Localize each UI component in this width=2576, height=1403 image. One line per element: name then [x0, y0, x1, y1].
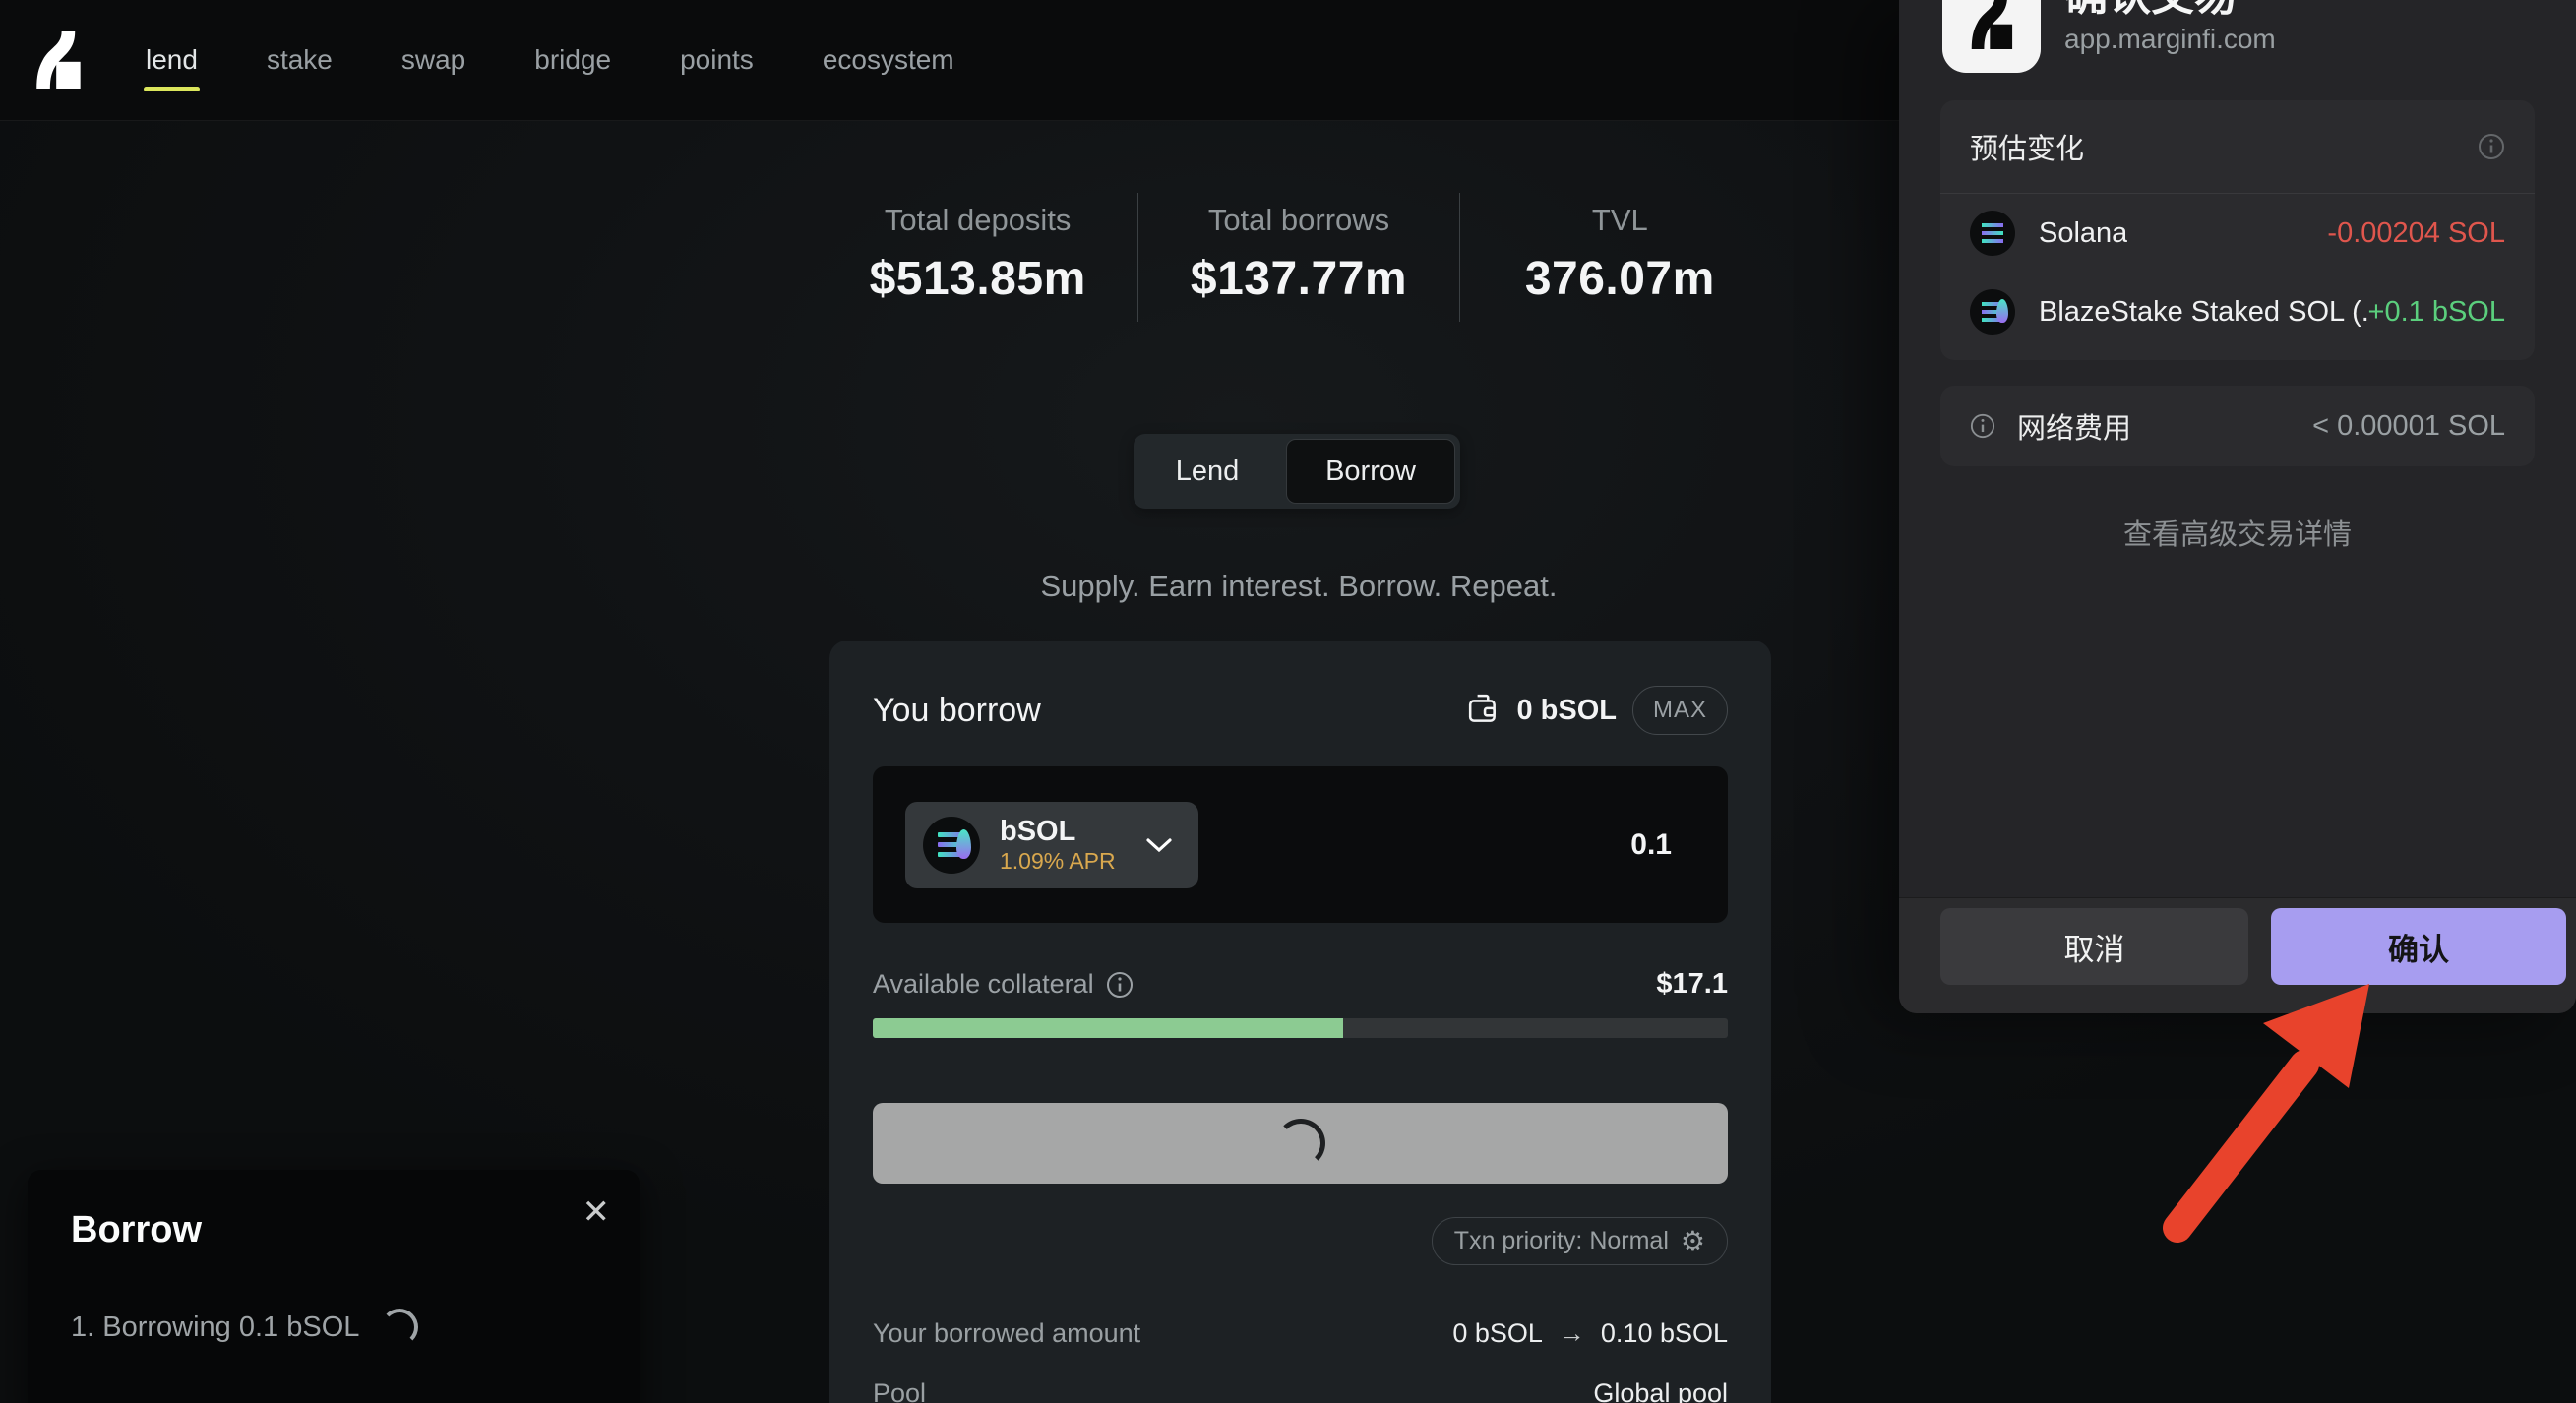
close-icon[interactable]: ✕: [583, 1195, 611, 1229]
stat-label: TVL: [1591, 203, 1648, 237]
estimated-changes-header: 预估变化: [1940, 100, 2535, 194]
stat-value: $137.77m: [1190, 253, 1408, 305]
popup-footer: 取消 确认: [1899, 897, 2576, 1013]
popup-title-group: 确认交易 app.marginfi.com: [2064, 0, 2556, 55]
borrowed-amount-values: 0 bSOL → 0.10 bSOL: [1452, 1318, 1728, 1349]
nav-item-stake[interactable]: stake: [265, 38, 335, 82]
pool-row: Pool Global pool: [873, 1378, 1728, 1403]
change-row-solana: Solana -0.00204 SOL: [1940, 194, 2535, 273]
toast-spinner-icon: [381, 1309, 419, 1346]
solana-token-icon: [1970, 211, 2015, 256]
lend-borrow-toggle: Lend Borrow: [1134, 434, 1460, 509]
confirm-button[interactable]: 确认: [2271, 908, 2566, 985]
loading-spinner-icon: [1275, 1119, 1325, 1168]
borrow-card-header: You borrow 0 bSOL MAX: [873, 686, 1728, 735]
borrowed-to: 0.10 bSOL: [1600, 1318, 1728, 1348]
app-root: lend stake swap bridge points ecosystem …: [0, 0, 2576, 1403]
network-fee-card: 网络费用 < 0.00001 SOL: [1940, 386, 2535, 466]
token-apr: 1.09% APR: [1000, 847, 1116, 874]
amount-value[interactable]: 0.1: [1630, 828, 1672, 862]
borrow-toast: Borrow ✕ 1. Borrowing 0.1 bSOL: [28, 1170, 640, 1403]
info-icon[interactable]: [1106, 971, 1134, 999]
chevron-down-icon: [1146, 837, 1172, 852]
gear-icon: ⚙: [1680, 1225, 1705, 1256]
bsol-token-icon: [923, 816, 980, 874]
advanced-details-link[interactable]: 查看高级交易详情: [1899, 512, 2576, 553]
wallet-balance-group: 0 bSOL MAX: [1467, 686, 1728, 735]
nav-item-swap[interactable]: swap: [399, 38, 467, 82]
borrowed-amount-label: Your borrowed amount: [873, 1318, 1141, 1348]
max-button[interactable]: MAX: [1631, 686, 1728, 735]
collateral-progress-track: [873, 1018, 1728, 1038]
borrow-submit-button-loading[interactable]: [873, 1103, 1728, 1184]
wallet-confirm-popup: 确认交易 app.marginfi.com 预估变化 Solana -0.002…: [1899, 0, 2576, 1013]
txn-priority-button[interactable]: Txn priority: Normal ⚙: [1431, 1217, 1728, 1265]
nav-item-bridge[interactable]: bridge: [532, 38, 613, 82]
stat-label: Total borrows: [1207, 203, 1390, 237]
network-fee-label: 网络费用: [2017, 413, 2132, 445]
stat-value: 376.07m: [1524, 253, 1715, 305]
stat-value: $513.85m: [869, 253, 1086, 305]
toast-status-text: 1. Borrowing 0.1 bSOL: [71, 1311, 360, 1343]
estimated-changes-card: 预估变化 Solana -0.00204 SOL BlazeStake Stak…: [1940, 100, 2535, 360]
stat-tvl: TVL 376.07m: [1458, 193, 1780, 322]
collateral-progress-fill: [873, 1018, 1343, 1038]
nav-item-ecosystem[interactable]: ecosystem: [821, 38, 956, 82]
change-row-bsol: BlazeStake Staked SOL (... +0.1 bSOL: [1940, 273, 2535, 360]
nav-item-points[interactable]: points: [678, 38, 756, 82]
info-icon[interactable]: [1970, 413, 1995, 439]
borrowed-from: 0 bSOL: [1452, 1318, 1543, 1348]
marginfi-logo-icon[interactable]: [30, 28, 87, 92]
protocol-stats: Total deposits $513.85m Total borrows $1…: [818, 193, 1780, 322]
arrow-right-icon: →: [1558, 1318, 1585, 1348]
pool-label: Pool: [873, 1378, 927, 1403]
popup-title: 确认交易: [2064, 0, 2556, 18]
available-collateral-value: $17.1: [1656, 968, 1728, 1000]
available-collateral-row: Available collateral $17.1: [873, 968, 1728, 1001]
toast-title: Borrow: [71, 1209, 202, 1250]
token-symbol: bSOL: [1000, 815, 1076, 847]
stat-total-deposits: Total deposits $513.85m: [818, 193, 1137, 322]
toast-status-line: 1. Borrowing 0.1 bSOL: [71, 1309, 596, 1346]
borrow-card: You borrow 0 bSOL MAX bSOL 1.09% APR 0.1…: [829, 640, 1771, 1403]
card-title: You borrow: [873, 691, 1041, 729]
available-collateral-label: Available collateral: [873, 969, 1134, 1000]
estimated-changes-title: 预估变化: [1970, 134, 2085, 165]
available-collateral-text: Available collateral: [873, 969, 1094, 999]
popup-header: 确认交易 app.marginfi.com: [1899, 0, 2576, 91]
wallet-icon: [1469, 694, 1497, 722]
popup-origin-url: app.marginfi.com: [2064, 24, 2276, 54]
bsol-token-icon: [1970, 289, 2015, 335]
token-name: Solana: [2039, 216, 2128, 249]
tagline: Supply. Earn interest. Borrow. Repeat.: [1040, 569, 1558, 603]
toggle-lend[interactable]: Lend: [1134, 434, 1281, 509]
token-selector[interactable]: bSOL 1.09% APR: [905, 801, 1198, 888]
amount-input-box[interactable]: bSOL 1.09% APR 0.1: [873, 766, 1728, 923]
stat-total-borrows: Total borrows $137.77m: [1137, 193, 1458, 322]
cancel-button[interactable]: 取消: [1940, 908, 2248, 985]
nav-item-lend[interactable]: lend: [144, 38, 200, 92]
token-name: BlazeStake Staked SOL (...: [2039, 295, 2368, 328]
pool-value: Global pool: [1593, 1378, 1728, 1403]
token-info: bSOL 1.09% APR: [1000, 815, 1116, 874]
stat-label: Total deposits: [884, 203, 1072, 237]
info-icon[interactable]: [2478, 133, 2505, 160]
token-delta-negative: -0.00204 SOL: [2327, 216, 2505, 249]
toggle-borrow-selected[interactable]: Borrow: [1286, 439, 1455, 504]
wallet-balance: 0 bSOL: [1516, 694, 1617, 726]
marginfi-glyph-icon: [1971, 0, 2013, 49]
token-delta-positive: +0.1 bSOL: [2367, 295, 2505, 328]
network-fee-value: < 0.00001 SOL: [2312, 409, 2505, 442]
txn-priority-label: Txn priority: Normal: [1453, 1227, 1669, 1254]
txn-priority-row: Txn priority: Normal ⚙: [873, 1217, 1728, 1265]
nav-items: lend stake swap bridge points ecosystem: [144, 38, 956, 92]
marginfi-app-icon: [1942, 0, 2041, 73]
borrowed-amount-row: Your borrowed amount 0 bSOL → 0.10 bSOL: [873, 1318, 1728, 1349]
